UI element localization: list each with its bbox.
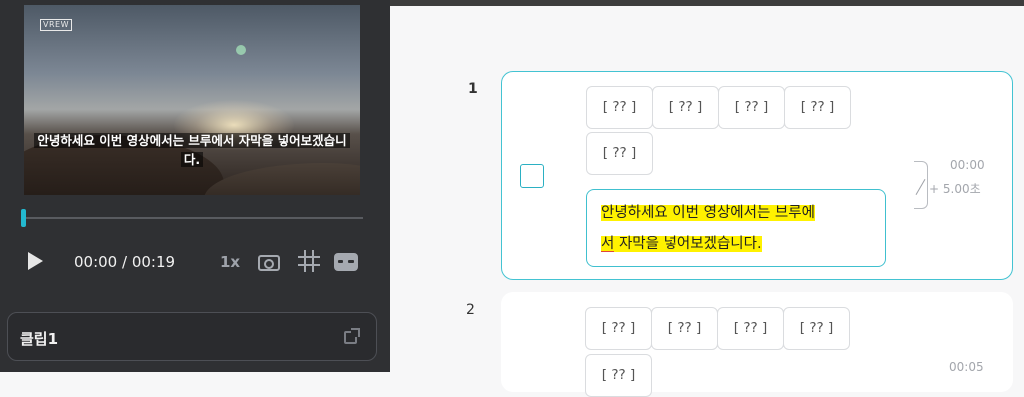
token-chip[interactable]: [ ?? ] xyxy=(586,86,653,129)
token-chip[interactable]: [ ?? ] xyxy=(784,86,851,129)
playback-controls: 00:00 / 00:19 1x xyxy=(24,248,364,276)
token-chip[interactable]: [ ?? ] xyxy=(652,86,719,129)
top-bar xyxy=(390,0,1024,6)
video-preview[interactable]: VREW 안녕하세요 이번 영상에서는 브루에서 자막을 넣어보겠습니다. xyxy=(24,5,360,195)
clip-label: 클립1 xyxy=(20,330,59,348)
token-chip[interactable]: [ ?? ] xyxy=(717,307,784,350)
video-lens-flare xyxy=(236,45,246,55)
subtitle-toggle-icon[interactable] xyxy=(334,253,358,271)
time-display: 00:00 / 00:19 xyxy=(74,253,175,271)
token-chip[interactable]: [ ?? ] xyxy=(585,354,652,397)
current-time: 00:00 xyxy=(74,253,118,271)
seek-bar-knob[interactable] xyxy=(21,209,26,227)
token-chip[interactable]: [ ?? ] xyxy=(718,86,785,129)
seek-bar-track[interactable] xyxy=(24,217,363,219)
playback-speed-button[interactable]: 1x xyxy=(220,253,240,271)
total-time: / 00:19 xyxy=(122,253,176,271)
row-checkbox[interactable] xyxy=(520,164,544,188)
token-chip[interactable]: [ ?? ] xyxy=(585,307,652,350)
token-chip[interactable]: [ ?? ] xyxy=(651,307,718,350)
screenshot-camera-icon[interactable] xyxy=(257,251,281,273)
subtitle-text-editor[interactable]: 안녕하세요 이번 영상에서는 브루에 서 자막을 넣어보겠습니다. xyxy=(586,189,886,267)
start-time: 00:00 xyxy=(950,158,985,172)
grid-icon[interactable] xyxy=(298,250,320,272)
player-panel: VREW 안녕하세요 이번 영상에서는 브루에서 자막을 넣어보겠습니다. 00… xyxy=(0,0,390,372)
token-chip[interactable]: [ ?? ] xyxy=(783,307,850,350)
vrew-logo: VREW xyxy=(40,19,72,31)
duration-label: + 5.00초 xyxy=(929,182,981,196)
subtitle-text-line-1: 안녕하세요 이번 영상에서는 브루에 xyxy=(601,205,815,221)
subtitle-text-line-2: 서 자막을 넣어보겠습니다. xyxy=(601,236,762,252)
row-number: 1 xyxy=(468,81,478,97)
clip-item[interactable]: 클립1 xyxy=(7,312,377,361)
external-link-icon[interactable] xyxy=(344,328,360,344)
row-number: 2 xyxy=(466,302,475,318)
video-subtitle: 안녕하세요 이번 영상에서는 브루에서 자막을 넣어보겠습니다. xyxy=(32,130,352,168)
subtitle-row-card[interactable]: [ ?? ] [ ?? ] [ ?? ] [ ?? ] [ ?? ] 안녕하세요… xyxy=(501,71,1013,280)
play-icon[interactable] xyxy=(28,252,43,270)
token-chip[interactable]: [ ?? ] xyxy=(586,132,653,175)
subtitle-row-card[interactable]: [ ?? ] [ ?? ] [ ?? ] [ ?? ] [ ?? ] 00:05 xyxy=(501,292,1013,397)
